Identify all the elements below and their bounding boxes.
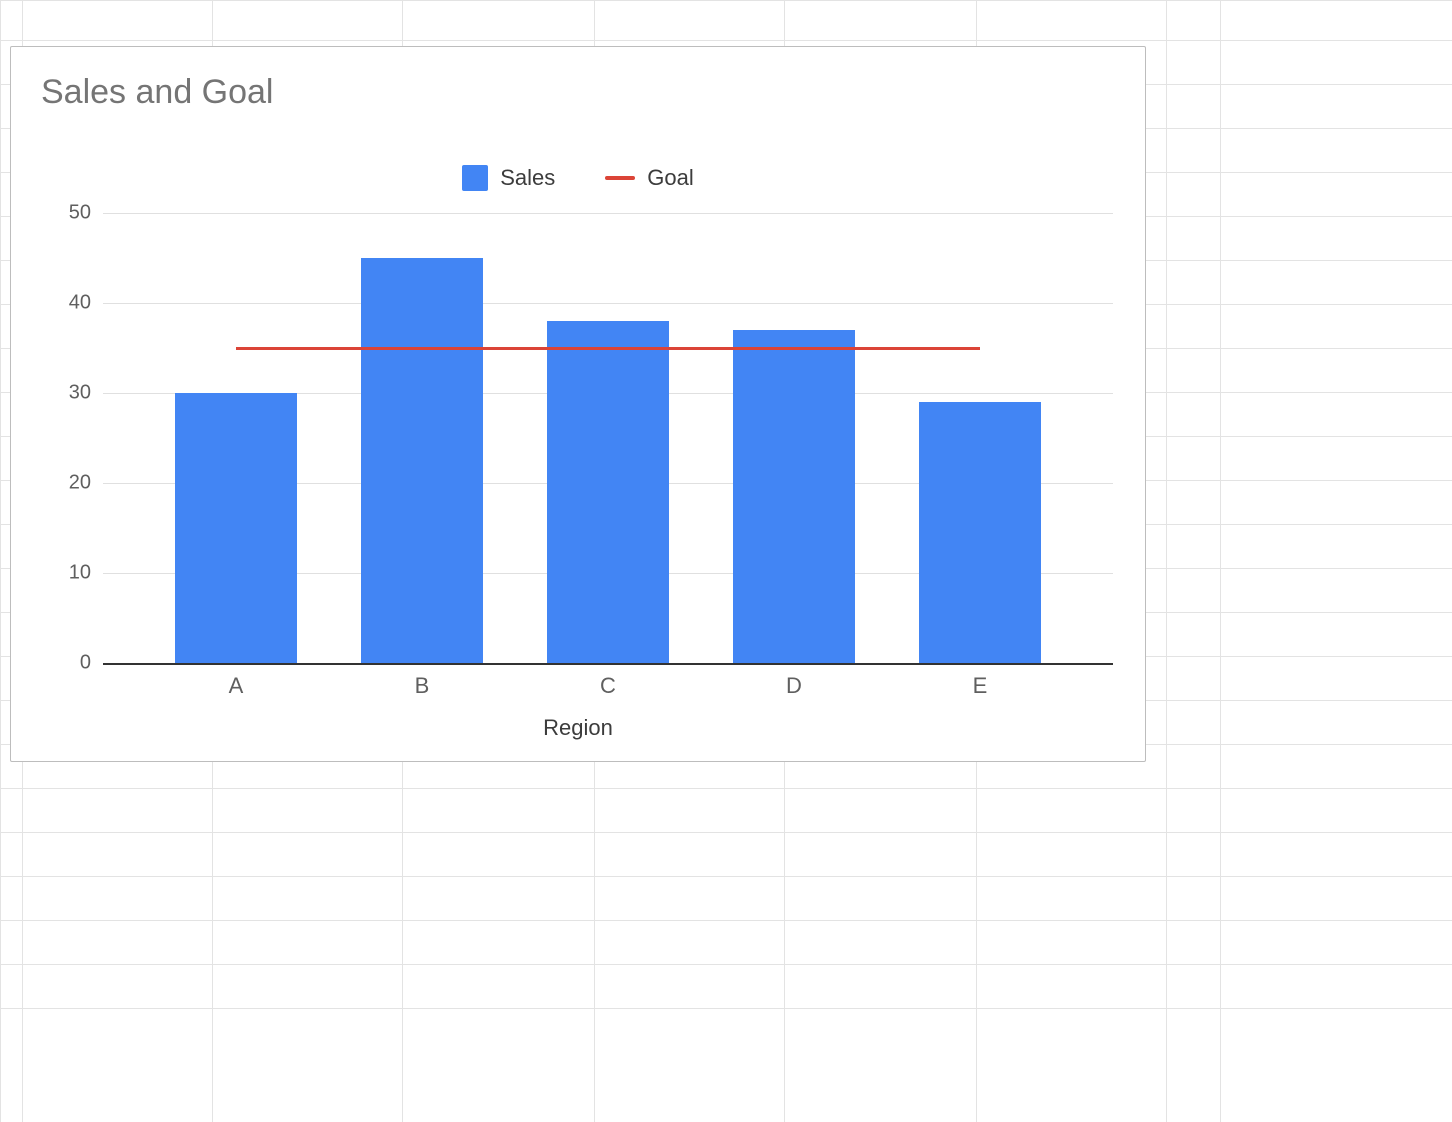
x-axis-label: Region <box>11 715 1145 741</box>
y-tick-label: 20 <box>63 472 103 495</box>
x-tick-label: D <box>786 663 802 699</box>
bar-E[interactable] <box>919 402 1042 663</box>
goal-line[interactable] <box>236 347 980 350</box>
bar-D[interactable] <box>733 330 856 663</box>
gridline <box>103 303 1113 304</box>
chart-plot-area: 01020304050ABCDE <box>103 213 1113 663</box>
y-tick-label: 50 <box>63 202 103 225</box>
chart-card[interactable]: Sales and Goal Sales Goal 01020304050ABC… <box>10 46 1146 762</box>
gridline <box>103 213 1113 214</box>
x-tick-label: B <box>415 663 430 699</box>
bar-B[interactable] <box>361 258 484 663</box>
y-tick-label: 40 <box>63 292 103 315</box>
bar-C[interactable] <box>547 321 670 663</box>
bar-A[interactable] <box>175 393 298 663</box>
y-tick-label: 0 <box>63 652 103 675</box>
legend-label-goal: Goal <box>647 165 693 191</box>
legend-item-sales: Sales <box>462 165 555 191</box>
chart-legend: Sales Goal <box>11 165 1145 191</box>
legend-swatch-goal-icon <box>605 176 635 180</box>
y-tick-label: 30 <box>63 382 103 405</box>
legend-swatch-sales-icon <box>462 165 488 191</box>
x-tick-label: C <box>600 663 616 699</box>
chart-title: Sales and Goal <box>41 73 274 112</box>
x-tick-label: A <box>229 663 244 699</box>
x-tick-label: E <box>973 663 988 699</box>
y-tick-label: 10 <box>63 562 103 585</box>
legend-item-goal: Goal <box>605 165 693 191</box>
legend-label-sales: Sales <box>500 165 555 191</box>
